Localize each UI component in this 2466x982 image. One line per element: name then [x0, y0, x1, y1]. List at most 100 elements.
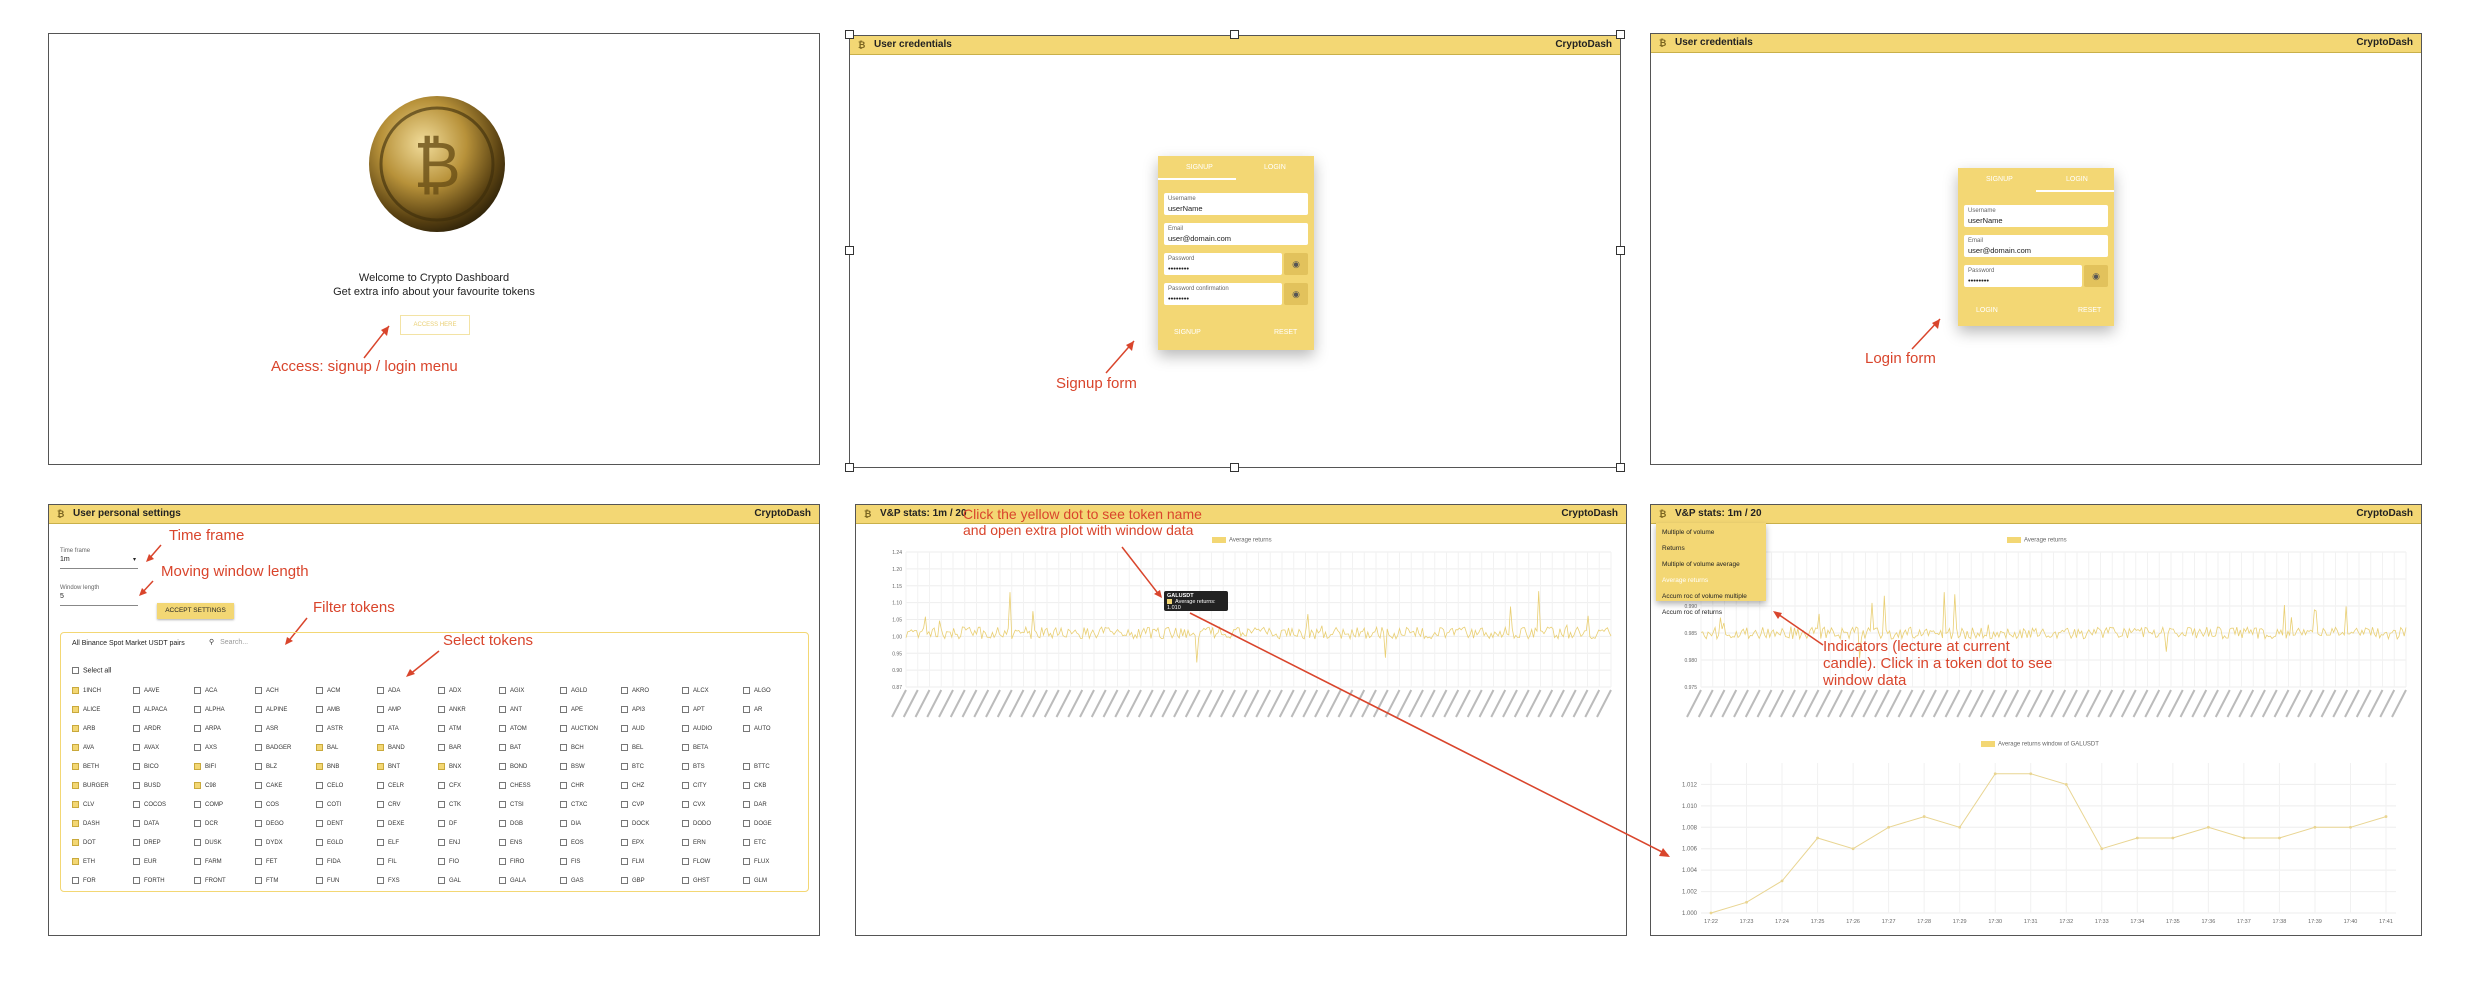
token-checkbox[interactable]: BETA — [682, 744, 708, 751]
token-checkbox[interactable]: BOND — [499, 763, 527, 770]
token-checkbox[interactable]: BLZ — [255, 763, 277, 770]
token-checkbox[interactable]: FLM — [621, 858, 644, 865]
checkbox[interactable] — [621, 763, 628, 770]
token-checkbox[interactable]: CITY — [682, 782, 707, 789]
checkbox[interactable] — [316, 706, 323, 713]
window-data-chart[interactable]: 1.012 1.010 1.008 1.006 1.004 1.002 1.000 17:22… — [1661, 753, 2411, 933]
checkbox[interactable] — [255, 687, 262, 694]
checkbox[interactable] — [438, 763, 445, 770]
checkbox[interactable] — [621, 744, 628, 751]
token-checkbox[interactable]: FET — [255, 858, 277, 865]
checkbox[interactable] — [194, 725, 201, 732]
checkbox[interactable] — [316, 725, 323, 732]
token-checkbox[interactable]: ALPHA — [194, 706, 225, 713]
checkbox[interactable] — [438, 839, 445, 846]
resize-handle[interactable] — [1230, 463, 1239, 472]
login-button[interactable]: LOGIN — [1976, 307, 1998, 314]
password-confirmation-field[interactable]: Password confirmation •••••••• — [1164, 283, 1282, 305]
checkbox[interactable] — [499, 782, 506, 789]
token-checkbox[interactable]: FORTH — [133, 877, 165, 884]
checkbox[interactable] — [438, 687, 445, 694]
token-checkbox[interactable]: BURGER — [72, 782, 109, 789]
checkbox[interactable] — [133, 820, 140, 827]
resize-handle[interactable] — [845, 463, 854, 472]
checkbox[interactable] — [194, 858, 201, 865]
token-checkbox[interactable]: ATOM — [499, 725, 527, 732]
checkbox[interactable] — [438, 801, 445, 808]
token-checkbox[interactable]: C98 — [194, 782, 216, 789]
checkbox[interactable] — [560, 763, 567, 770]
checkbox[interactable] — [377, 687, 384, 694]
token-checkbox[interactable]: FIRO — [499, 858, 524, 865]
checkbox[interactable] — [438, 782, 445, 789]
token-checkbox[interactable]: CKB — [743, 782, 766, 789]
token-checkbox[interactable]: ALPINE — [255, 706, 287, 713]
search-input[interactable]: ⚲ Search... — [209, 638, 299, 650]
checkbox[interactable] — [743, 801, 750, 808]
token-checkbox[interactable]: FIL — [377, 858, 397, 865]
password-field[interactable]: Password •••••••• — [1964, 265, 2082, 287]
checkbox[interactable] — [560, 725, 567, 732]
token-checkbox[interactable]: FIO — [438, 858, 459, 865]
checkbox[interactable] — [682, 706, 689, 713]
token-checkbox[interactable]: ALPACA — [133, 706, 167, 713]
checkbox[interactable] — [194, 706, 201, 713]
menu-item-accum-roc-returns[interactable]: Accum roc of returns — [1662, 609, 1722, 616]
checkbox[interactable] — [377, 782, 384, 789]
token-checkbox[interactable]: DODO — [682, 820, 711, 827]
token-checkbox[interactable]: AUCTION — [560, 725, 598, 732]
checkbox[interactable] — [743, 839, 750, 846]
show-confirmation-toggle[interactable]: ◉ — [1284, 283, 1308, 305]
token-checkbox[interactable]: GAL — [438, 877, 461, 884]
token-checkbox[interactable]: BNX — [438, 763, 461, 770]
checkbox[interactable] — [499, 801, 506, 808]
checkbox[interactable] — [560, 801, 567, 808]
checkbox[interactable] — [499, 725, 506, 732]
token-checkbox[interactable]: AXS — [194, 744, 217, 751]
checkbox[interactable] — [133, 744, 140, 751]
checkbox[interactable] — [743, 725, 750, 732]
token-checkbox[interactable]: ACA — [194, 687, 217, 694]
checkbox[interactable] — [377, 839, 384, 846]
token-checkbox[interactable]: AUD — [621, 725, 645, 732]
checkbox[interactable] — [682, 725, 689, 732]
resize-handle[interactable] — [845, 30, 854, 39]
checkbox[interactable] — [377, 763, 384, 770]
token-checkbox[interactable]: ADA — [377, 687, 400, 694]
checkbox[interactable] — [194, 763, 201, 770]
token-checkbox[interactable]: APE — [560, 706, 583, 713]
checkbox[interactable] — [560, 839, 567, 846]
checkbox[interactable] — [438, 858, 445, 865]
checkbox[interactable] — [377, 820, 384, 827]
token-checkbox[interactable]: ETH — [72, 858, 95, 865]
menu-item-multiple-of-volume[interactable]: Multiple of volume — [1662, 529, 1714, 536]
checkbox[interactable] — [682, 782, 689, 789]
email-field[interactable]: Email user@domain.com — [1964, 235, 2108, 257]
checkbox[interactable] — [743, 858, 750, 865]
token-checkbox[interactable]: AMP — [377, 706, 401, 713]
token-checkbox[interactable]: AKRO — [621, 687, 649, 694]
token-checkbox[interactable]: CVX — [682, 801, 705, 808]
checkbox[interactable] — [316, 858, 323, 865]
token-checkbox[interactable]: ALICE — [72, 706, 100, 713]
checkbox[interactable] — [72, 820, 79, 827]
checkbox[interactable] — [72, 877, 79, 884]
checkbox[interactable] — [621, 820, 628, 827]
checkbox[interactable] — [621, 801, 628, 808]
checkbox[interactable] — [499, 706, 506, 713]
token-checkbox[interactable]: BETH — [72, 763, 99, 770]
checkbox[interactable] — [621, 687, 628, 694]
token-checkbox[interactable]: BAND — [377, 744, 405, 751]
checkbox[interactable] — [316, 839, 323, 846]
token-checkbox[interactable]: AGIX — [499, 687, 524, 694]
checkbox[interactable] — [621, 706, 628, 713]
token-checkbox[interactable]: BNT — [377, 763, 400, 770]
checkbox[interactable] — [743, 706, 750, 713]
username-field[interactable]: Username userName — [1964, 205, 2108, 227]
token-checkbox[interactable]: ATM — [438, 725, 461, 732]
checkbox[interactable] — [316, 763, 323, 770]
token-checkbox[interactable]: DENT — [316, 820, 343, 827]
token-checkbox[interactable]: AAVE — [133, 687, 160, 694]
token-checkbox[interactable]: FIS — [560, 858, 580, 865]
checkbox[interactable] — [682, 820, 689, 827]
